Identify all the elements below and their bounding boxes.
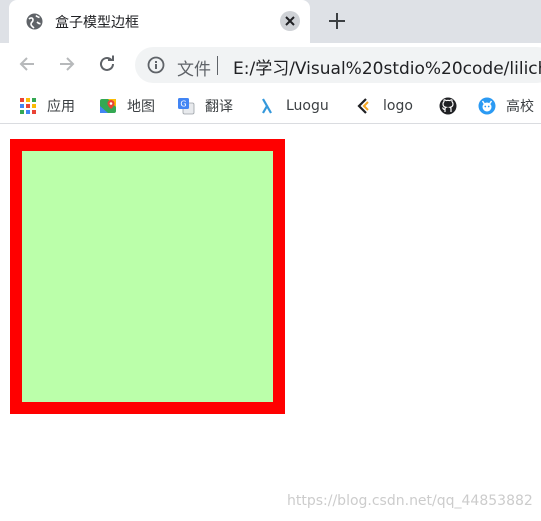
tab-title: 盒子模型边框 — [55, 15, 139, 31]
bookmark-translate[interactable]: G 翻译 — [177, 87, 233, 124]
luogu-icon — [262, 97, 272, 114]
school-icon — [478, 97, 496, 114]
apps-grid-icon — [20, 97, 36, 114]
reload-icon[interactable] — [96, 53, 118, 75]
bookmark-label: 应用 — [47, 98, 75, 115]
active-tab[interactable]: 盒子模型边框 — [9, 0, 310, 43]
svg-text:G: G — [180, 99, 186, 108]
bookmarks-bar: 应用 地图 G 翻译 Luogu logo 高校 — [0, 87, 541, 124]
bookmark-label: 翻译 — [205, 98, 233, 115]
tab-strip: 盒子模型边框 — [0, 0, 541, 43]
address-bar[interactable]: 文件 E:/学习/Visual%20stdio%20code/lilich — [135, 47, 541, 83]
bookmark-apps[interactable]: 应用 — [19, 87, 75, 124]
maps-icon — [100, 98, 116, 113]
browser-toolbar: 文件 E:/学习/Visual%20stdio%20code/lilich — [0, 43, 541, 87]
bookmark-label: Luogu — [286, 97, 329, 114]
bookmark-label: logo — [383, 97, 413, 114]
site-info-label[interactable]: 文件 — [177, 55, 211, 80]
bookmark-luogu[interactable]: Luogu — [258, 87, 329, 124]
omnibox-separator — [217, 56, 218, 75]
url-text[interactable]: E:/学习/Visual%20stdio%20code/lilich — [233, 54, 541, 79]
bookmark-github[interactable] — [439, 87, 467, 124]
back-arrow-icon[interactable] — [16, 53, 38, 75]
bookmark-label: 高校 — [506, 98, 534, 115]
bordered-box — [10, 139, 285, 414]
new-tab-plus-icon[interactable] — [327, 11, 347, 31]
info-icon[interactable] — [147, 56, 165, 74]
bookmark-label: 地图 — [127, 98, 155, 115]
page-content — [0, 125, 541, 521]
globe-icon — [26, 13, 43, 30]
github-icon — [439, 97, 457, 114]
bookmark-school[interactable]: 高校 — [478, 87, 534, 124]
bookmark-maps[interactable]: 地图 — [99, 87, 155, 124]
logo-icon — [357, 97, 369, 114]
bookmark-logo[interactable]: logo — [355, 87, 413, 124]
translate-icon: G — [178, 97, 195, 114]
watermark: https://blog.csdn.net/qq_44853882 — [287, 493, 533, 509]
forward-arrow-icon[interactable] — [56, 53, 78, 75]
close-tab-icon[interactable] — [280, 11, 300, 31]
